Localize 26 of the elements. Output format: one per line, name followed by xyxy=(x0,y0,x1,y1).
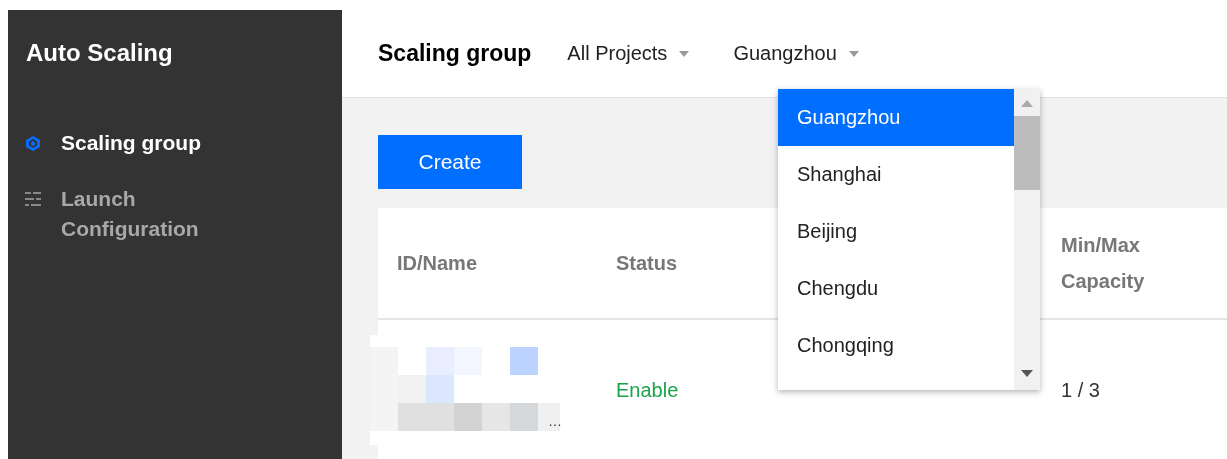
dropdown-option[interactable]: Guangzhou xyxy=(778,89,1014,146)
scrollbar[interactable] xyxy=(1014,89,1040,390)
status-text: Enable xyxy=(615,378,680,402)
scrollbar-thumb[interactable] xyxy=(1014,116,1040,190)
caret-icon xyxy=(848,50,859,57)
scroll-up-icon xyxy=(1021,100,1033,107)
sidebar-item[interactable]: Scaling group xyxy=(8,128,225,158)
column-header: Status xyxy=(615,251,679,275)
table-cell-text: 1 / 3 xyxy=(1060,378,1101,402)
filter-dropdown[interactable]: All Projects xyxy=(567,42,690,65)
app-title: Auto Scaling xyxy=(25,38,174,67)
ellipsis-text: … xyxy=(548,413,562,429)
sliders-icon xyxy=(25,191,41,207)
column-header: ID/Name xyxy=(396,251,479,275)
dropdown-option[interactable]: Shanghai xyxy=(778,146,1014,203)
page-title: Scaling group xyxy=(378,40,532,67)
column-header: Min/Max Capacity xyxy=(1060,233,1146,294)
dropdown-option[interactable]: Beijing xyxy=(778,203,1014,260)
sidebar-item[interactable]: Launch Configuration xyxy=(8,184,225,244)
dropdown-option[interactable]: Chongqing xyxy=(778,317,1014,374)
caret-icon xyxy=(679,50,690,57)
create-button[interactable]: Create xyxy=(378,135,522,189)
filter-dropdown[interactable]: Guangzhou xyxy=(733,42,859,65)
dropdown-option[interactable]: Chengdu xyxy=(778,260,1014,317)
cube-icon xyxy=(25,135,41,152)
scroll-down-icon xyxy=(1021,370,1033,377)
